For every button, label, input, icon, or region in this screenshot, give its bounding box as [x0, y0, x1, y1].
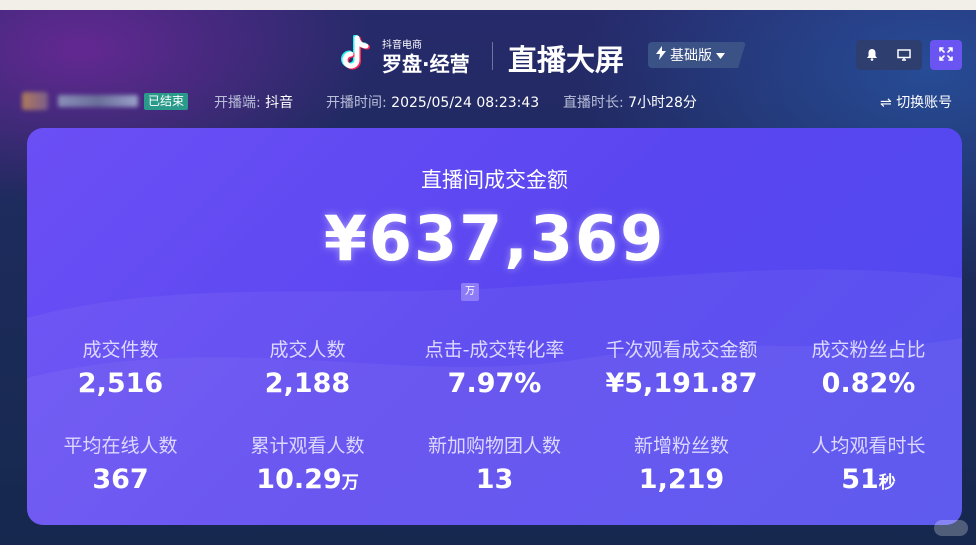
brand-text: 抖音电商 罗盘·经营: [382, 34, 482, 76]
brand-main-text: 罗盘·经营: [382, 52, 470, 76]
bell-icon: [866, 46, 878, 65]
platform-label: 开播端:: [214, 95, 261, 111]
status-badge: 已结束: [144, 93, 189, 110]
metric-value: 7.97%: [401, 368, 588, 399]
start-time-label: 开播时间:: [326, 95, 387, 111]
metric-value: 51秒: [775, 464, 962, 495]
metric-number: 2,188: [264, 368, 351, 399]
metric-number: ¥5,191.87: [605, 368, 758, 399]
metric-buyer-count: 成交人数 2,188: [214, 335, 401, 399]
brand-logo: 抖音电商 罗盘·经营: [340, 34, 482, 76]
gmv-value: ¥637,369: [323, 202, 666, 275]
metric-value: 2,188: [214, 368, 401, 399]
gmv-unit-tag: 万: [461, 283, 479, 301]
tiktok-logo-icon: [340, 34, 374, 73]
metric-number: 2,516: [77, 368, 164, 399]
account-name-blurred: [58, 95, 138, 107]
metric-number: 51: [841, 464, 879, 495]
metric-order-count: 成交件数 2,516: [27, 335, 214, 399]
metric-value: 13: [401, 464, 588, 495]
metric-conversion-rate: 点击-成交转化率 7.97%: [401, 335, 588, 399]
metric-total-viewers: 累计观看人数 10.29万: [214, 431, 401, 495]
duration-value: 7小时28分: [628, 95, 697, 111]
fullscreen-button[interactable]: [930, 40, 962, 70]
metric-number: 10.29: [256, 464, 342, 495]
switch-account-button[interactable]: ⇌ 切换账号: [880, 92, 952, 112]
switch-account-label: 切换账号: [896, 95, 953, 111]
metric-label: 平均在线人数: [63, 435, 178, 457]
edition-dropdown[interactable]: 基础版: [648, 42, 746, 68]
header-divider: [492, 42, 493, 70]
duration-label: 直播时长:: [563, 95, 624, 111]
metric-unit: 万: [341, 473, 359, 493]
metric-fan-ratio: 成交粉丝占比 0.82%: [775, 335, 962, 399]
metric-label: 新加购物团人数: [427, 435, 561, 457]
caret-down-icon: [716, 47, 725, 63]
duration-info: 直播时长: 7小时28分: [563, 92, 697, 112]
metric-number: 0.82%: [821, 368, 916, 399]
start-time-value: 2025/05/24 08:23:43: [391, 95, 540, 111]
lightning-icon: [656, 46, 666, 64]
page-title: 直播大屏: [508, 43, 625, 77]
metric-label: 成交件数: [82, 339, 159, 361]
metric-number: 13: [475, 464, 514, 495]
metric-label: 人均观看时长: [811, 435, 926, 457]
metric-label: 新增粉丝数: [633, 435, 729, 457]
metric-label: 千次观看成交金额: [605, 339, 758, 361]
metric-label: 累计观看人数: [250, 435, 365, 457]
metric-value: 367: [27, 464, 214, 495]
platform-info: 开播端: 抖音: [214, 92, 293, 112]
platform-value: 抖音: [265, 95, 294, 111]
metric-value: 10.29万: [214, 464, 401, 495]
metric-value: ¥5,191.87: [588, 368, 775, 399]
top-strip: [0, 0, 976, 10]
metric-label: 成交人数: [269, 339, 346, 361]
metric-avg-online: 平均在线人数 367: [27, 431, 214, 495]
info-row: 已结束 开播端: 抖音 开播时间: 2025/05/24 08:23:43 直播…: [0, 92, 976, 112]
metric-unit: 秒: [878, 473, 896, 493]
gmv-title: 直播间成交金额: [421, 168, 568, 192]
metric-value: 2,516: [27, 368, 214, 399]
metric-value: 0.82%: [775, 368, 962, 399]
metric-label: 点击-成交转化率: [424, 339, 565, 361]
metric-number: 7.97%: [447, 368, 542, 399]
avatar: [22, 92, 48, 110]
metric-number: 1,219: [638, 464, 725, 495]
metric-new-group-buyers: 新加购物团人数 13: [401, 431, 588, 495]
screen-button[interactable]: [888, 40, 920, 70]
metric-new-fans: 新增粉丝数 1,219: [588, 431, 775, 495]
metric-value: 1,219: [588, 464, 775, 495]
start-time-info: 开播时间: 2025/05/24 08:23:43: [326, 92, 539, 112]
monitor-icon: [897, 46, 911, 65]
metric-avg-watch-time: 人均观看时长 51秒: [775, 431, 962, 495]
metric-label: 成交粉丝占比: [811, 339, 926, 361]
notification-button[interactable]: [856, 40, 888, 70]
watermark: [934, 520, 968, 536]
edition-label: 基础版: [670, 48, 712, 64]
swap-icon: ⇌: [880, 95, 892, 111]
metric-gpm: 千次观看成交金额 ¥5,191.87: [588, 335, 775, 399]
metric-number: 367: [92, 464, 149, 495]
stats-card: 直播间成交金额 ¥637,369 万 成交件数 2,516 成交人数 2,188…: [27, 128, 962, 525]
fullscreen-icon: [939, 46, 953, 65]
